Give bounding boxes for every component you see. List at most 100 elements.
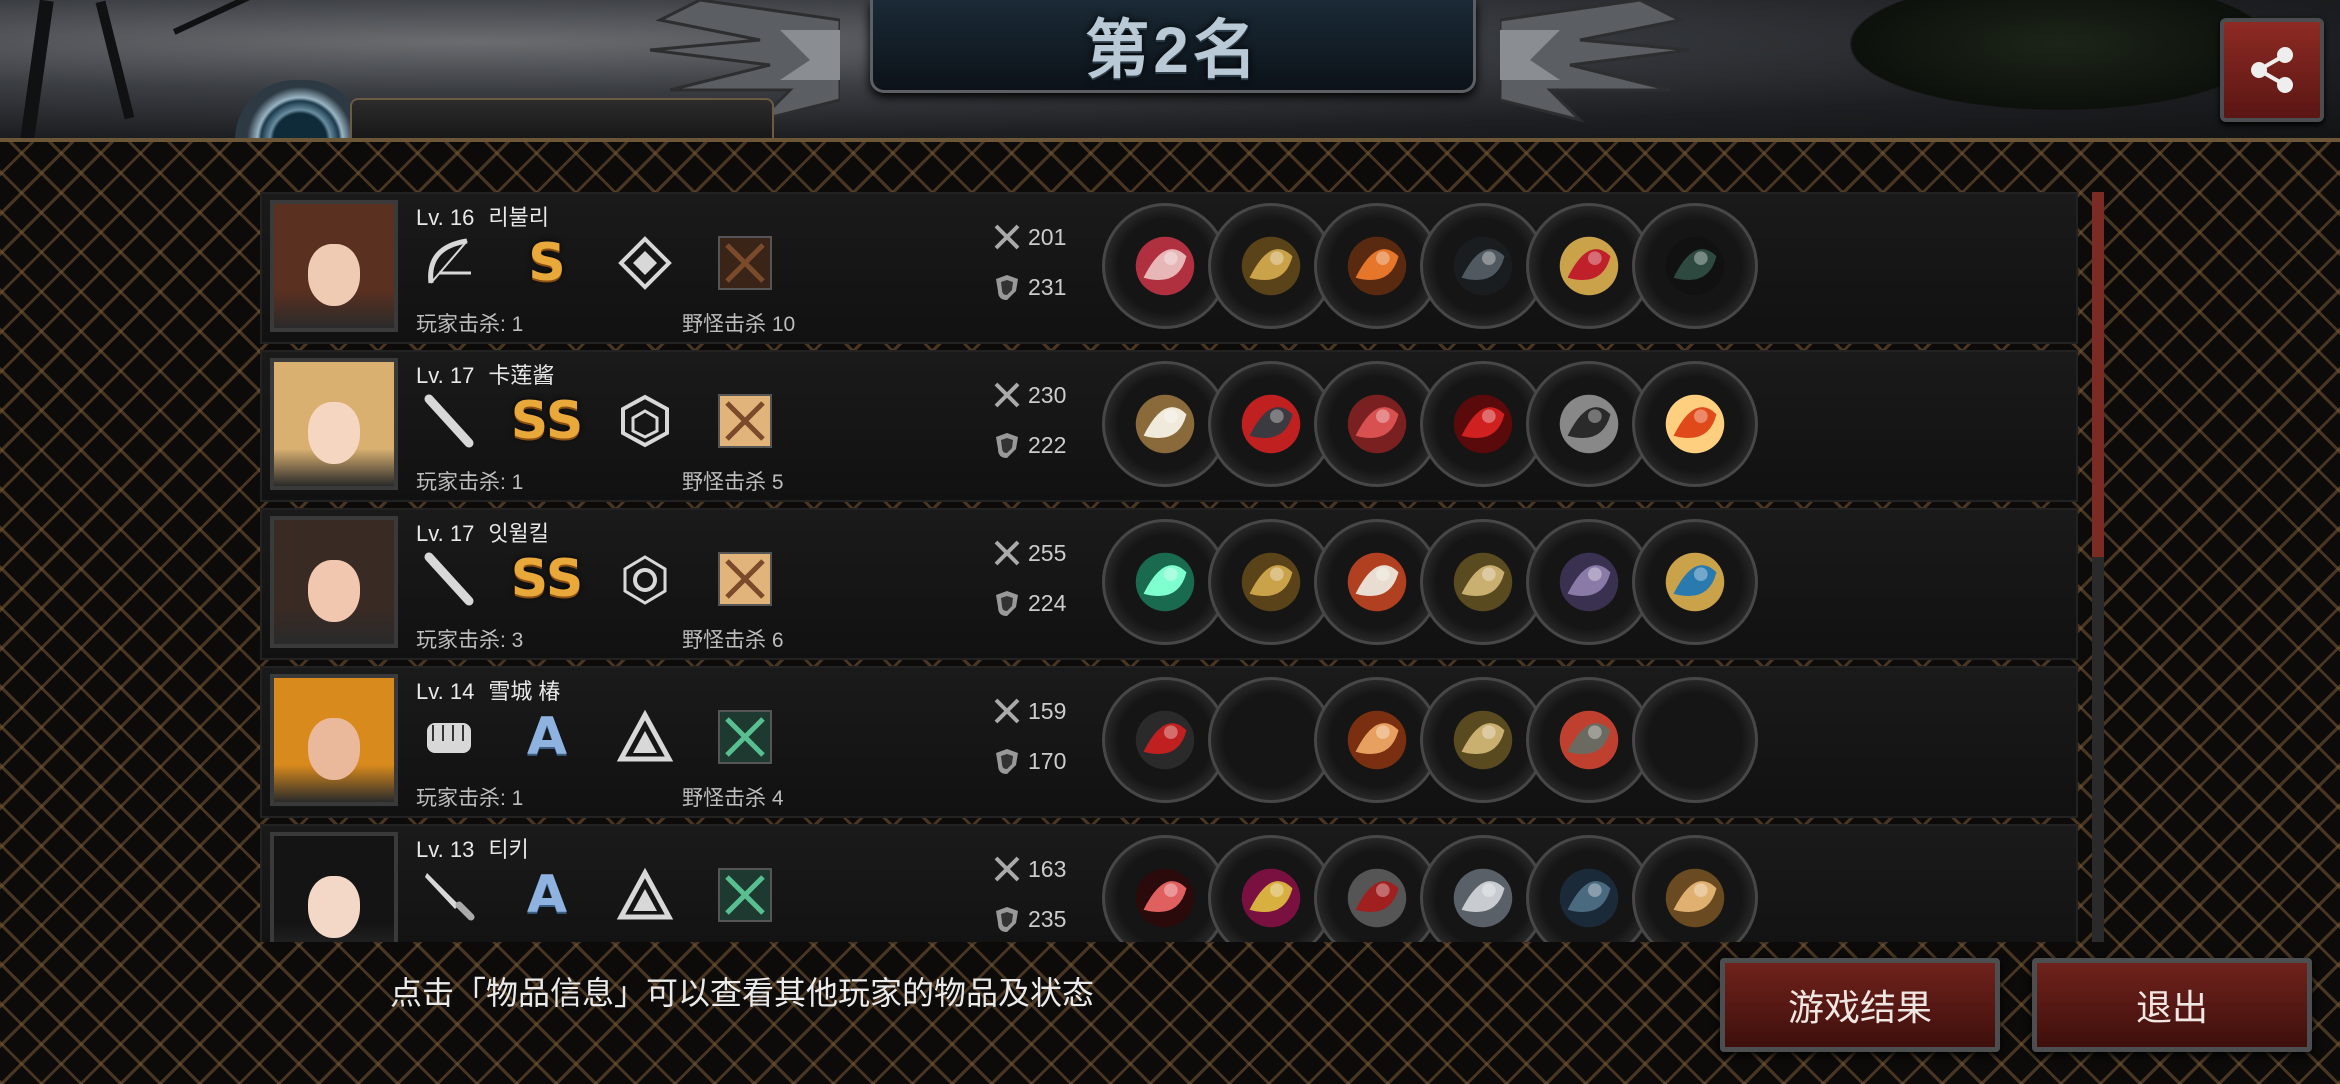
rank-badge: A [526, 865, 568, 925]
player-kills: 玩家击杀: 1 [416, 471, 524, 494]
skill-icon [718, 552, 772, 606]
game-result-button[interactable]: 游戏结果 [1720, 958, 2000, 1052]
player-row[interactable]: Lv. 13 티키 A 163 235 [260, 824, 2078, 942]
bow-icon [428, 238, 471, 284]
hex-class-icon [621, 394, 669, 448]
bat-icon [424, 552, 474, 606]
skill-icon [718, 394, 772, 448]
gold-shield-item [1453, 710, 1513, 770]
red-dice-item [1665, 394, 1725, 454]
scrollbar[interactable] [2092, 192, 2104, 942]
share-icon [2251, 47, 2293, 93]
attack-value: 163 [1028, 855, 1067, 882]
attack-icon [994, 698, 1020, 724]
rank-badge: S [528, 233, 566, 293]
defense-value: 231 [1028, 273, 1067, 300]
player-avatar [270, 358, 398, 490]
avatar-face [307, 875, 361, 938]
class-emblem [612, 706, 678, 768]
monster-kills: 野怪击杀 6 [682, 629, 784, 652]
class-emblem [612, 390, 678, 452]
defense-icon [996, 433, 1018, 458]
rank-title-plate: 第2名 [870, 0, 1476, 93]
blue-boots-item [1559, 868, 1619, 928]
player-level: Lv. 17 卡莲酱 [416, 358, 554, 390]
level-text: Lv. 16 [416, 205, 475, 230]
purple-boots-item [1559, 552, 1619, 612]
skill-icon [718, 868, 772, 922]
avatar-face [307, 717, 361, 780]
sapphire-earring-item [1665, 552, 1725, 612]
monster-kills: 野怪击杀 5 [682, 471, 784, 494]
hint-text: 点击「物品信息」可以查看其他玩家的物品及状态 [390, 975, 1095, 1011]
buff-icon [712, 864, 778, 926]
golden-helmet-item [1241, 552, 1301, 612]
triangle-class-icon [616, 709, 674, 762]
dark-baton-item [1665, 236, 1725, 296]
player-avatar [270, 516, 398, 648]
class-emblem [612, 864, 678, 926]
level-text: Lv. 13 [416, 837, 475, 862]
player-row[interactable]: Lv. 17 卡莲酱 SS 玩家击杀: 1 野怪击杀 5 230 222 [260, 350, 2078, 502]
class-emblem [612, 548, 678, 610]
flame-armor-item [1347, 236, 1407, 296]
bat-icon [424, 394, 474, 448]
equipment-slot[interactable] [1632, 519, 1758, 645]
attack-stat: 255 [992, 538, 1066, 568]
class-emblem [612, 232, 678, 294]
player-row[interactable]: Lv. 17 잇윌킬 SS 玩家击杀: 3 野怪击杀 6 255 224 [260, 508, 2078, 660]
exit-button[interactable]: 退出 [2032, 958, 2312, 1052]
rank-title: 第2名 [1085, 14, 1261, 86]
attack-stat: 159 [992, 696, 1066, 726]
share-button[interactable] [2220, 18, 2324, 122]
player-name: 티키 [488, 837, 529, 862]
defense-icon [996, 275, 1018, 300]
attack-stat: 163 [992, 854, 1066, 884]
defense-stat: 170 [992, 746, 1066, 776]
player-name: 雪城 椿 [488, 679, 561, 704]
player-name: 잇윌킬 [488, 521, 550, 546]
player-kills: 玩家击杀: 1 [416, 313, 524, 336]
circle-class-icon [623, 555, 667, 605]
monster-kills: 野怪击杀 4 [682, 787, 784, 810]
skill-icon [718, 236, 772, 290]
weapon-type [416, 232, 482, 294]
player-level: Lv. 13 티키 [416, 832, 529, 864]
weapon-type [416, 864, 482, 926]
dark-gauntlet-item [1453, 236, 1513, 296]
player-list[interactable]: Lv. 16 리불리 S 玩家击杀: 1 野怪击杀 10 201 231 Lv. 17 卡莲酱 S… [260, 192, 2080, 942]
defense-stat: 231 [992, 272, 1066, 302]
attack-value: 230 [1028, 381, 1067, 408]
monster-kills: 野怪击杀 10 [682, 313, 796, 336]
black-helmet-item [1241, 394, 1301, 454]
equipment-slot[interactable] [1632, 361, 1758, 487]
diamond-class-icon [618, 236, 672, 290]
player-name: 卡莲酱 [488, 363, 555, 388]
ruby-brooch-item [1453, 394, 1513, 454]
portrait-fan-item [1665, 868, 1725, 928]
avatar-face [307, 243, 361, 306]
level-text: Lv. 17 [416, 363, 475, 388]
weapon-type [416, 390, 482, 452]
player-level: Lv. 14 雪城 椿 [416, 674, 560, 706]
player-row[interactable]: Lv. 14 雪城 椿 A 玩家击杀: 1 野怪击杀 4 159 170 [260, 666, 2078, 818]
equipment-slot[interactable] [1632, 835, 1758, 942]
rank-badge: SS [510, 391, 584, 451]
attack-icon [994, 856, 1020, 882]
player-row[interactable]: Lv. 16 리불리 S 玩家击杀: 1 野怪击杀 10 201 231 [260, 192, 2078, 344]
attack-value: 201 [1028, 223, 1067, 250]
player-kills: 玩家击杀: 3 [416, 629, 524, 652]
knife-icon [425, 873, 475, 921]
attack-icon [994, 540, 1020, 566]
fist-icon [427, 723, 471, 753]
level-text: Lv. 17 [416, 521, 475, 546]
equipment-slot[interactable] [1632, 203, 1758, 329]
scroll-thumb[interactable] [2092, 192, 2104, 557]
equipment-slot[interactable] [1632, 677, 1758, 803]
light-saber-item [1135, 552, 1195, 612]
red-heels-item [1559, 236, 1619, 296]
buff-icon [712, 390, 778, 452]
player-level: Lv. 17 잇윌킬 [416, 516, 549, 548]
triangle-class-icon [616, 867, 674, 920]
buff-icon [712, 706, 778, 768]
